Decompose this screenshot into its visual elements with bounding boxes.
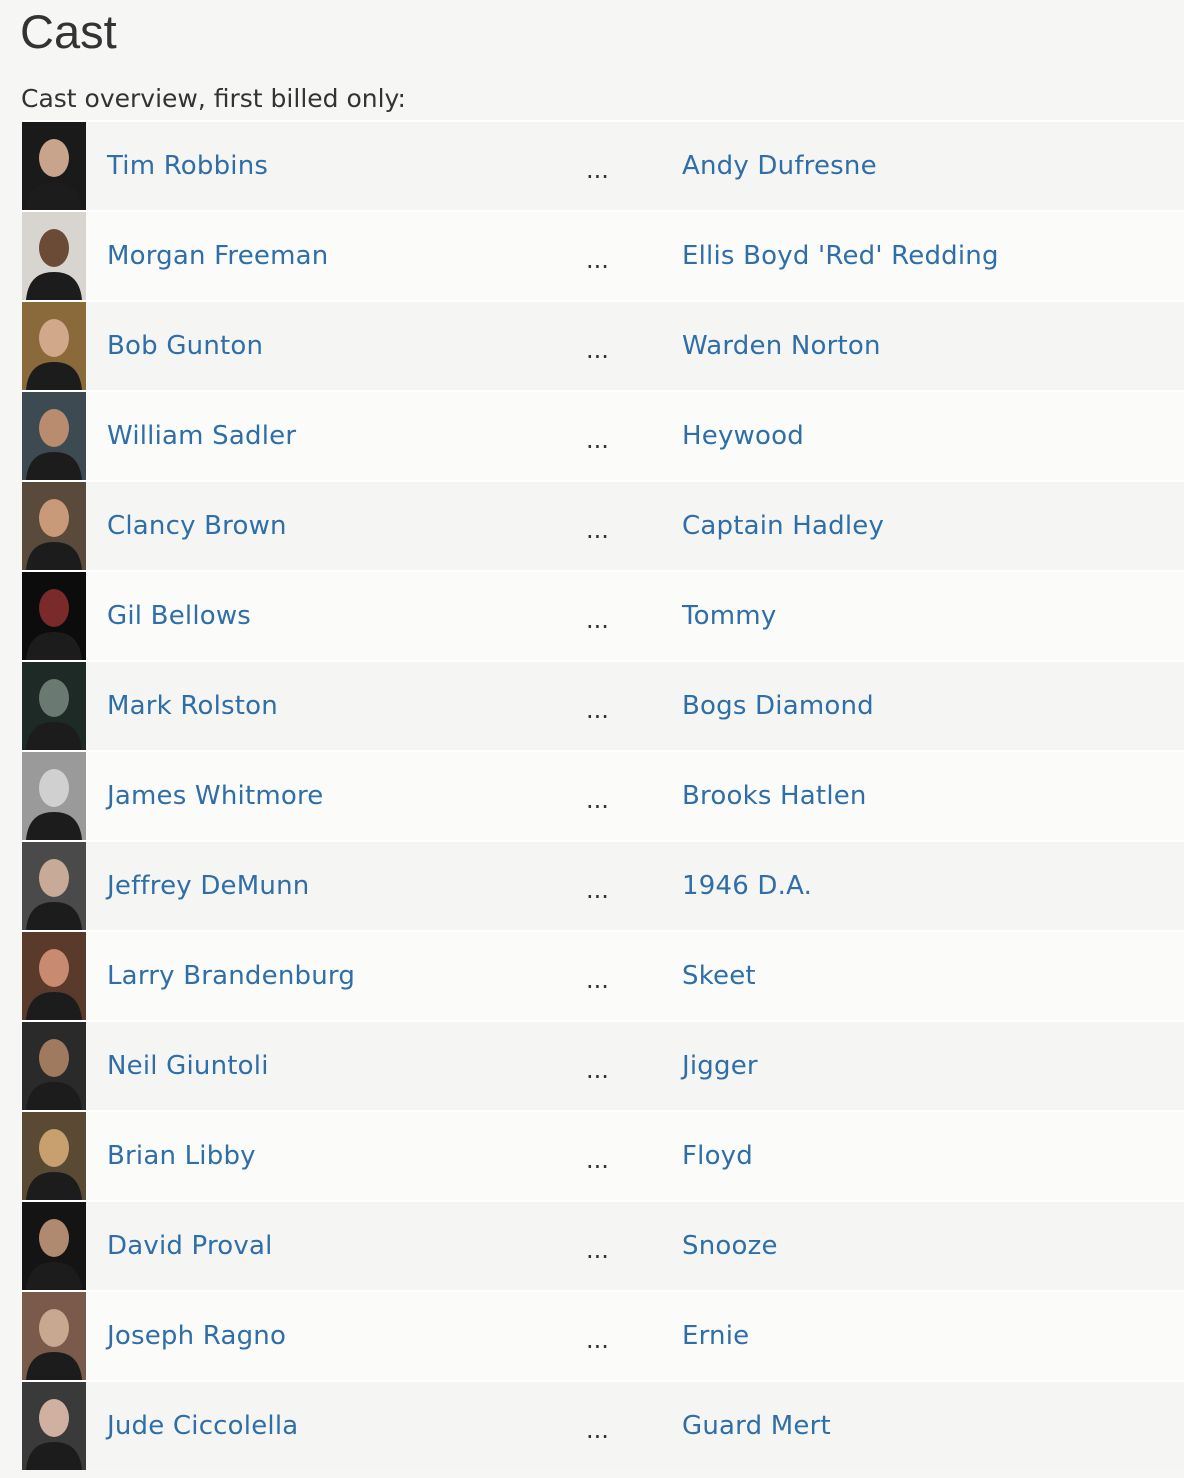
character-name-link[interactable]: Floyd	[682, 1112, 753, 1200]
actor-name-link[interactable]: Bob Gunton	[107, 302, 263, 390]
cast-row: Gil Bellows... Tommy	[22, 570, 1184, 660]
actor-name-link[interactable]: Joseph Ragno	[107, 1292, 286, 1380]
cast-row: William Sadler... Heywood	[22, 390, 1184, 480]
cast-row: Neil Giuntoli... Jigger	[22, 1020, 1184, 1110]
actor-photo[interactable]	[22, 1202, 86, 1290]
role-separator: ...	[586, 786, 609, 814]
actor-name-link[interactable]: Gil Bellows	[107, 572, 251, 660]
character-name-link[interactable]: Ellis Boyd 'Red' Redding	[682, 212, 999, 300]
actor-photo[interactable]	[22, 1292, 86, 1380]
actor-name-link[interactable]: Neil Giuntoli	[107, 1022, 269, 1110]
character-name-link[interactable]: Ernie	[682, 1292, 749, 1380]
actor-photo[interactable]	[22, 482, 86, 570]
role-separator: ...	[586, 966, 609, 994]
role-separator: ...	[586, 1326, 609, 1354]
cast-row: Tim Robbins... Andy Dufresne	[22, 120, 1184, 210]
actor-name-link[interactable]: Jude Ciccolella	[107, 1382, 298, 1470]
actor-photo[interactable]	[22, 302, 86, 390]
role-separator: ...	[586, 606, 609, 634]
role-separator: ...	[586, 156, 609, 184]
role-separator: ...	[586, 426, 609, 454]
actor-photo[interactable]	[22, 572, 86, 660]
character-name-link[interactable]: Warden Norton	[682, 302, 881, 390]
role-separator: ...	[586, 336, 609, 364]
actor-photo[interactable]	[22, 842, 86, 930]
character-name-link[interactable]: Brooks Hatlen	[682, 752, 867, 840]
role-separator: ...	[586, 516, 609, 544]
actor-name-link[interactable]: William Sadler	[107, 392, 296, 480]
role-separator: ...	[586, 696, 609, 724]
character-name-link[interactable]: Andy Dufresne	[682, 122, 877, 210]
character-name-link[interactable]: Skeet	[682, 932, 756, 1020]
role-separator: ...	[586, 1416, 609, 1444]
cast-row: Morgan Freeman... Ellis Boyd 'Red' Reddin…	[22, 210, 1184, 300]
cast-row: Bob Gunton... Warden Norton	[22, 300, 1184, 390]
actor-photo[interactable]	[22, 392, 86, 480]
cast-row: James Whitmore... Brooks Hatlen	[22, 750, 1184, 840]
actor-name-link[interactable]: Larry Brandenburg	[107, 932, 355, 1020]
actor-photo[interactable]	[22, 1022, 86, 1110]
cast-row: Larry Brandenburg... Skeet	[22, 930, 1184, 1020]
actor-photo[interactable]	[22, 752, 86, 840]
character-name-link[interactable]: Bogs Diamond	[682, 662, 874, 750]
cast-row: Brian Libby... Floyd	[22, 1110, 1184, 1200]
cast-row: Clancy Brown... Captain Hadley	[22, 480, 1184, 570]
actor-name-link[interactable]: James Whitmore	[107, 752, 324, 840]
character-name-link[interactable]: Tommy	[682, 572, 776, 660]
cast-row: Mark Rolston... Bogs Diamond	[22, 660, 1184, 750]
actor-name-link[interactable]: Tim Robbins	[107, 122, 268, 210]
actor-photo[interactable]	[22, 1112, 86, 1200]
character-name-link[interactable]: Heywood	[682, 392, 804, 480]
cast-row: David Proval... Snooze	[22, 1200, 1184, 1290]
actor-name-link[interactable]: Jeffrey DeMunn	[107, 842, 309, 930]
actor-photo[interactable]	[22, 1382, 86, 1470]
role-separator: ...	[586, 1146, 609, 1174]
actor-photo[interactable]	[22, 932, 86, 1020]
actor-photo[interactable]	[22, 662, 86, 750]
role-separator: ...	[586, 246, 609, 274]
cast-overview-label: Cast overview, first billed only:	[21, 84, 406, 113]
role-separator: ...	[586, 1056, 609, 1084]
actor-photo[interactable]	[22, 212, 86, 300]
section-title: Cast	[20, 5, 117, 58]
actor-name-link[interactable]: David Proval	[107, 1202, 273, 1290]
role-separator: ...	[586, 1236, 609, 1264]
actor-name-link[interactable]: Brian Libby	[107, 1112, 256, 1200]
cast-row: Joseph Ragno... Ernie	[22, 1290, 1184, 1380]
cast-row: Jude Ciccolella... Guard Mert	[22, 1380, 1184, 1470]
actor-name-link[interactable]: Mark Rolston	[107, 662, 278, 750]
actor-photo[interactable]	[22, 122, 86, 210]
character-name-link[interactable]: Captain Hadley	[682, 482, 884, 570]
character-name-link[interactable]: Guard Mert	[682, 1382, 831, 1470]
cast-row: Jeffrey DeMunn... 1946 D.A.	[22, 840, 1184, 930]
cast-list: Tim Robbins... Andy Dufresne Morgan Freema…	[22, 120, 1184, 1470]
character-name-link[interactable]: 1946 D.A.	[682, 842, 812, 930]
character-name-link[interactable]: Snooze	[682, 1202, 778, 1290]
actor-name-link[interactable]: Clancy Brown	[107, 482, 287, 570]
character-name-link[interactable]: Jigger	[682, 1022, 758, 1110]
role-separator: ...	[586, 876, 609, 904]
actor-name-link[interactable]: Morgan Freeman	[107, 212, 328, 300]
